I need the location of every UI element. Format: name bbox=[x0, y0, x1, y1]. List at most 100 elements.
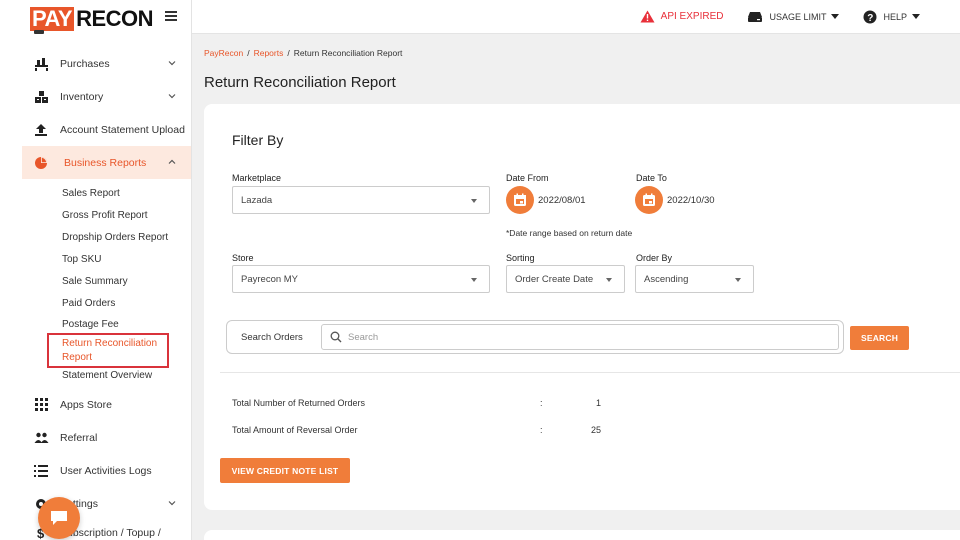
usage-limit-dropdown[interactable]: USAGE LIMIT bbox=[747, 11, 840, 23]
sidebar-item-label: Referral bbox=[60, 431, 98, 444]
sidebar-item-business-reports[interactable]: Business Reports bbox=[22, 146, 191, 179]
search-input[interactable] bbox=[348, 331, 748, 343]
order-by-select[interactable]: Ascending bbox=[635, 265, 754, 293]
breadcrumb: PayRecon / Reports / Return Reconciliation R… bbox=[204, 48, 403, 58]
help-circle-icon: ? bbox=[863, 10, 877, 24]
purchases-icon bbox=[33, 56, 49, 72]
date-from-value: 2022/08/01 bbox=[538, 194, 586, 206]
search-orders-box: Search Orders bbox=[226, 320, 844, 354]
sidebar-item-settings[interactable]: Settings bbox=[0, 487, 191, 520]
date-to-value: 2022/10/30 bbox=[667, 194, 715, 206]
store-label: Store bbox=[232, 253, 254, 263]
view-credit-note-list-button[interactable]: VIEW CREDIT NOTE LIST bbox=[220, 458, 350, 483]
total-reversal-amount-label: Total Amount of Reversal Order bbox=[232, 425, 358, 435]
sidebar: PAY RECON Purchases Inventory Account Sta… bbox=[0, 0, 192, 540]
caret-down-icon bbox=[831, 14, 840, 19]
logo-pay-text: PAY bbox=[30, 6, 75, 31]
sidebar-item-label: Account Statement Upload bbox=[60, 123, 185, 136]
total-returned-orders-label: Total Number of Returned Orders bbox=[232, 398, 366, 408]
search-input-wrapper[interactable] bbox=[321, 324, 839, 350]
sidebar-item-label: Inventory bbox=[60, 90, 104, 103]
total-reversal-amount-value: 25 bbox=[590, 425, 601, 435]
sidebar-item-account-statement-upload[interactable]: Account Statement Upload bbox=[0, 113, 191, 146]
hamburger-menu-icon[interactable] bbox=[165, 11, 177, 21]
order-by-value: Ascending bbox=[644, 273, 689, 285]
dropdown-arrow-icon bbox=[471, 278, 477, 282]
filter-title: Filter By bbox=[232, 132, 284, 148]
api-expired-alert[interactable]: API EXPIRED bbox=[640, 10, 724, 23]
logo-row: PAY RECON bbox=[0, 0, 191, 38]
chevron-down-icon bbox=[168, 61, 176, 66]
sidebar-item-purchases[interactable]: Purchases bbox=[0, 47, 191, 80]
sidebar-item-referral[interactable]: Referral bbox=[0, 421, 191, 454]
filter-card: Filter By Marketplace Lazada Date From 2… bbox=[204, 104, 960, 510]
usage-limit-label: USAGE LIMIT bbox=[769, 11, 827, 22]
caret-down-icon bbox=[912, 14, 920, 19]
order-by-label: Order By bbox=[636, 253, 673, 263]
payrecon-logo[interactable]: PAY RECON bbox=[30, 6, 154, 31]
top-bar: API EXPIRED USAGE LIMIT ? HELP bbox=[192, 0, 960, 34]
date-from-picker[interactable]: 2022/08/01 bbox=[506, 186, 586, 214]
sidebar-item-subscription[interactable]: $ Subscription / Topup / bbox=[0, 520, 191, 540]
search-icon bbox=[330, 331, 342, 343]
submenu-gross-profit-report[interactable]: Gross Profit Report bbox=[62, 205, 191, 227]
sidebar-item-label: Apps Store bbox=[60, 398, 112, 411]
help-dropdown[interactable]: ? HELP bbox=[863, 10, 920, 24]
dropdown-arrow-icon bbox=[606, 278, 612, 282]
inventory-icon bbox=[33, 89, 49, 105]
date-to-picker[interactable]: 2022/10/30 bbox=[635, 186, 715, 214]
submenu-paid-orders[interactable]: Paid Orders bbox=[62, 293, 191, 315]
sorting-select[interactable]: Order Create Date bbox=[506, 265, 625, 293]
store-select[interactable]: Payrecon MY bbox=[232, 265, 490, 293]
api-status-text: API EXPIRED bbox=[660, 11, 724, 22]
svg-text:?: ? bbox=[868, 13, 874, 24]
sidebar-item-label: User Activities Logs bbox=[60, 464, 152, 477]
search-button[interactable]: SEARCH bbox=[850, 326, 909, 350]
chat-support-button[interactable] bbox=[38, 497, 80, 539]
warning-icon bbox=[640, 10, 655, 23]
referral-icon bbox=[33, 430, 49, 446]
breadcrumb-current: Return Reconciliation Report bbox=[293, 48, 403, 58]
stat-colon: : bbox=[540, 425, 543, 435]
submenu-postage-fee[interactable]: Postage Fee bbox=[62, 315, 191, 333]
dropdown-arrow-icon bbox=[735, 278, 741, 282]
sorting-value: Order Create Date bbox=[515, 273, 594, 285]
main-content: PayRecon / Reports / Return Reconciliation R… bbox=[192, 34, 960, 540]
marketplace-label: Marketplace bbox=[232, 173, 282, 183]
date-to-label: Date To bbox=[636, 173, 667, 183]
partial-menu-icon bbox=[34, 30, 44, 34]
business-reports-submenu: Sales Report Gross Profit Report Dropshi… bbox=[0, 183, 191, 386]
sidebar-item-inventory[interactable]: Inventory bbox=[0, 80, 191, 113]
search-orders-label: Search Orders bbox=[241, 332, 303, 343]
section-divider bbox=[220, 372, 960, 373]
breadcrumb-payrecon[interactable]: PayRecon bbox=[204, 48, 243, 58]
submenu-return-reconciliation-report[interactable]: Return Reconciliation Report bbox=[47, 333, 169, 368]
sidebar-item-user-activities-logs[interactable]: User Activities Logs bbox=[0, 454, 191, 487]
pie-chart-icon bbox=[33, 155, 49, 171]
chevron-up-icon bbox=[168, 159, 176, 164]
submenu-top-sku[interactable]: Top SKU bbox=[62, 249, 191, 271]
help-label: HELP bbox=[883, 11, 907, 22]
chevron-down-icon bbox=[168, 94, 176, 99]
apps-grid-icon bbox=[33, 397, 49, 413]
marketplace-value: Lazada bbox=[241, 194, 273, 206]
logo-recon-text: RECON bbox=[76, 6, 154, 31]
results-card bbox=[204, 530, 960, 540]
marketplace-select[interactable]: Lazada bbox=[232, 186, 490, 214]
hard-drive-icon bbox=[748, 11, 763, 22]
submenu-statement-overview[interactable]: Statement Overview bbox=[62, 368, 191, 386]
upload-icon bbox=[33, 122, 49, 138]
breadcrumb-reports[interactable]: Reports bbox=[254, 48, 284, 58]
store-value: Payrecon MY bbox=[241, 273, 299, 285]
calendar-icon bbox=[635, 186, 663, 214]
chat-bubble-icon bbox=[51, 511, 67, 525]
submenu-sale-summary[interactable]: Sale Summary bbox=[62, 271, 191, 293]
date-from-label: Date From bbox=[506, 173, 549, 183]
total-returned-orders-value: 1 bbox=[595, 398, 601, 408]
submenu-sales-report[interactable]: Sales Report bbox=[62, 183, 191, 205]
chevron-down-icon bbox=[168, 501, 176, 506]
calendar-icon bbox=[506, 186, 534, 214]
submenu-dropship-orders-report[interactable]: Dropship Orders Report bbox=[62, 227, 191, 249]
date-range-note: *Date range based on return date bbox=[506, 228, 633, 238]
sidebar-item-apps-store[interactable]: Apps Store bbox=[0, 388, 191, 421]
